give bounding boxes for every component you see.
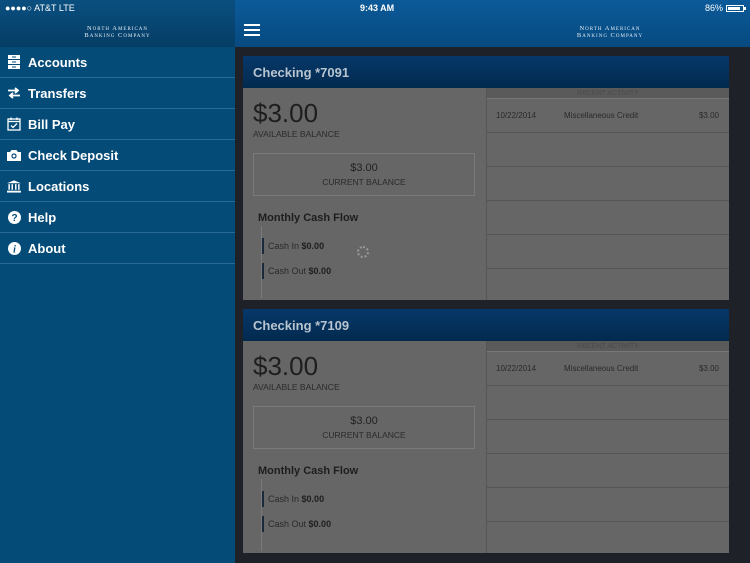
sidebar-item-label: Locations	[28, 178, 90, 194]
activity-row[interactable]: 10/22/2014 Miscellaneous Credit $3.00	[487, 99, 729, 133]
activity-row-empty	[487, 488, 729, 522]
svg-text:?: ?	[11, 213, 17, 224]
sidebar-item-about[interactable]: i About	[0, 233, 235, 264]
cash-out-row: Cash Out $0.00	[262, 516, 331, 532]
calendar-check-icon	[7, 117, 21, 131]
cash-flow-title: Monthly Cash Flow	[258, 212, 359, 224]
current-balance-box: $3.00 CURRENT BALANCE	[253, 406, 475, 449]
cash-in-value: $0.00	[301, 494, 325, 504]
sidebar-item-label: Check Deposit	[28, 147, 119, 163]
cash-in-row: Cash In $0.00	[262, 491, 324, 507]
cash-in-label: Cash In	[268, 494, 300, 504]
recent-activity-header: RECENT ACTIVITY	[487, 341, 729, 352]
info-icon: i	[7, 241, 21, 255]
hamburger-line	[244, 29, 260, 31]
balance-panel: $3.00 AVAILABLE BALANCE $3.00 CURRENT BA…	[243, 341, 487, 553]
sidebar: ●●●●○ AT&T LTE North American Banking Co…	[0, 0, 235, 563]
activity-row-empty	[487, 454, 729, 488]
account-title[interactable]: Checking *7109	[243, 309, 729, 341]
brand-logo: North American Banking Company	[0, 25, 235, 39]
cash-flow-axis	[261, 226, 262, 298]
current-balance-label: CURRENT BALANCE	[322, 177, 406, 187]
transfers-icon	[7, 86, 21, 100]
cash-in-value: $0.00	[301, 241, 325, 251]
cash-out-label: Cash Out	[268, 519, 307, 529]
cash-out-label: Cash Out	[268, 266, 307, 276]
cash-in-label: Cash In	[268, 241, 300, 251]
loading-spinner-icon	[357, 246, 369, 258]
sidebar-item-help[interactable]: ? Help	[0, 202, 235, 233]
account-card[interactable]: Checking *7091 $3.00 AVAILABLE BALANCE $…	[243, 56, 729, 300]
svg-text:i: i	[13, 244, 16, 255]
account-card[interactable]: Checking *7109 $3.00 AVAILABLE BALANCE $…	[243, 309, 729, 553]
camera-icon	[7, 148, 21, 162]
recent-activity-panel: RECENT ACTIVITY 10/22/2014 Miscellaneous…	[487, 341, 729, 553]
sidebar-item-label: Help	[28, 209, 57, 225]
activity-row-empty	[487, 420, 729, 454]
bank-icon	[7, 179, 21, 193]
brand-line-1: North American	[86, 25, 149, 32]
accounts-content: Checking *7091 $3.00 AVAILABLE BALANCE $…	[235, 47, 750, 563]
cash-in-row: Cash In $0.00	[262, 238, 324, 254]
brand-line-2: Banking Company	[84, 32, 151, 39]
recent-activity-panel: RECENT ACTIVITY 10/22/2014 Miscellaneous…	[487, 88, 729, 300]
cash-flow-axis	[261, 479, 262, 551]
current-balance-label: CURRENT BALANCE	[322, 430, 406, 440]
current-balance: $3.00	[350, 162, 378, 174]
menu-toggle-button[interactable]	[244, 24, 260, 36]
sidebar-item-label: Bill Pay	[28, 116, 75, 132]
activity-row-empty	[487, 167, 729, 201]
cash-out-value: $0.00	[308, 266, 332, 276]
main-header: 9:43 AM 86% North American Banking Compa…	[235, 0, 750, 47]
battery-icon	[726, 4, 746, 12]
activity-row-empty	[487, 386, 729, 420]
activity-row-empty	[487, 201, 729, 235]
balance-panel: $3.00 AVAILABLE BALANCE $3.00 CURRENT BA…	[243, 88, 487, 300]
activity-date: 10/22/2014	[496, 111, 537, 120]
sidebar-item-label: About	[28, 240, 66, 256]
current-balance-box: $3.00 CURRENT BALANCE	[253, 153, 475, 196]
sidebar-item-label: Transfers	[28, 85, 87, 101]
brand-line-2: Banking Company	[576, 32, 644, 39]
battery-fill	[728, 6, 741, 10]
activity-row-empty	[487, 133, 729, 167]
help-icon: ?	[7, 210, 21, 224]
current-balance: $3.00	[350, 415, 378, 427]
carrier-status: ●●●●○ AT&T LTE	[5, 3, 75, 13]
sidebar-item-transfers[interactable]: Transfers	[0, 78, 235, 109]
sidebar-menu: Accounts Transfers Bill Pay Check Deposi…	[0, 47, 235, 264]
activity-description: Miscellaneous Credit	[564, 364, 639, 373]
battery-status: 86%	[704, 3, 746, 13]
activity-amount: $3.00	[698, 364, 719, 373]
cash-out-row: Cash Out $0.00	[262, 263, 331, 279]
brand-line-1: North American	[579, 25, 641, 32]
cash-out-value: $0.00	[308, 519, 332, 529]
sidebar-item-accounts[interactable]: Accounts	[0, 47, 235, 78]
cash-flow-title: Monthly Cash Flow	[258, 465, 359, 477]
available-balance-label: AVAILABLE BALANCE	[253, 382, 340, 392]
sidebar-item-check-deposit[interactable]: Check Deposit	[0, 140, 235, 171]
activity-amount: $3.00	[698, 111, 719, 120]
activity-row[interactable]: 10/22/2014 Miscellaneous Credit $3.00	[487, 352, 729, 386]
activity-description: Miscellaneous Credit	[564, 111, 639, 120]
status-time: 9:43 AM	[360, 3, 395, 13]
sidebar-header: ●●●●○ AT&T LTE North American Banking Co…	[0, 0, 235, 47]
activity-row-empty	[487, 235, 729, 269]
hamburger-line	[244, 34, 260, 36]
available-balance: $3.00	[253, 98, 319, 128]
sidebar-item-bill-pay[interactable]: Bill Pay	[0, 109, 235, 140]
available-balance-label: AVAILABLE BALANCE	[253, 129, 340, 139]
account-title[interactable]: Checking *7091	[243, 56, 729, 88]
hamburger-line	[244, 24, 260, 26]
activity-date: 10/22/2014	[496, 364, 537, 373]
battery-percent: 86%	[704, 3, 723, 13]
recent-activity-header: RECENT ACTIVITY	[487, 88, 729, 99]
sidebar-item-locations[interactable]: Locations	[0, 171, 235, 202]
brand-logo: North American Banking Company	[555, 25, 665, 39]
sidebar-item-label: Accounts	[28, 54, 88, 70]
available-balance: $3.00	[253, 351, 319, 381]
accounts-icon	[7, 55, 21, 69]
